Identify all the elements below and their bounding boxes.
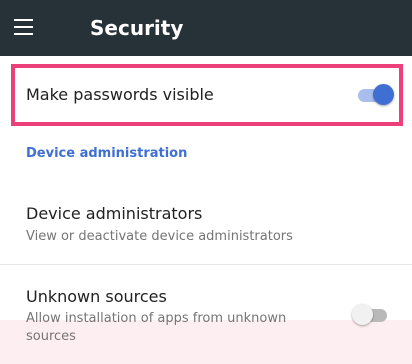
make-passwords-visible-label: Make passwords visible [26,85,214,104]
toggle-thumb [373,84,394,105]
make-passwords-visible-toggle[interactable] [358,84,394,106]
device-administrators-row[interactable]: Device administrators View or deactivate… [0,185,412,263]
app-bar: Security [0,0,412,56]
device-administrators-title: Device administrators [26,204,203,223]
make-passwords-visible-row[interactable]: Make passwords visible [0,60,412,130]
hamburger-menu-icon[interactable] [14,19,33,35]
section-header-device-administration: Device administration [26,146,188,161]
unknown-sources-row[interactable]: Unknown sources Allow installation of ap… [0,265,412,364]
page-title: Security [90,16,184,40]
device-administrators-summary: View or deactivate device administrators [26,229,293,244]
toggle-thumb [352,304,373,325]
unknown-sources-summary: Allow installation of apps from unknown … [26,311,287,344]
unknown-sources-title: Unknown sources [26,287,167,306]
unknown-sources-toggle[interactable] [352,304,387,326]
